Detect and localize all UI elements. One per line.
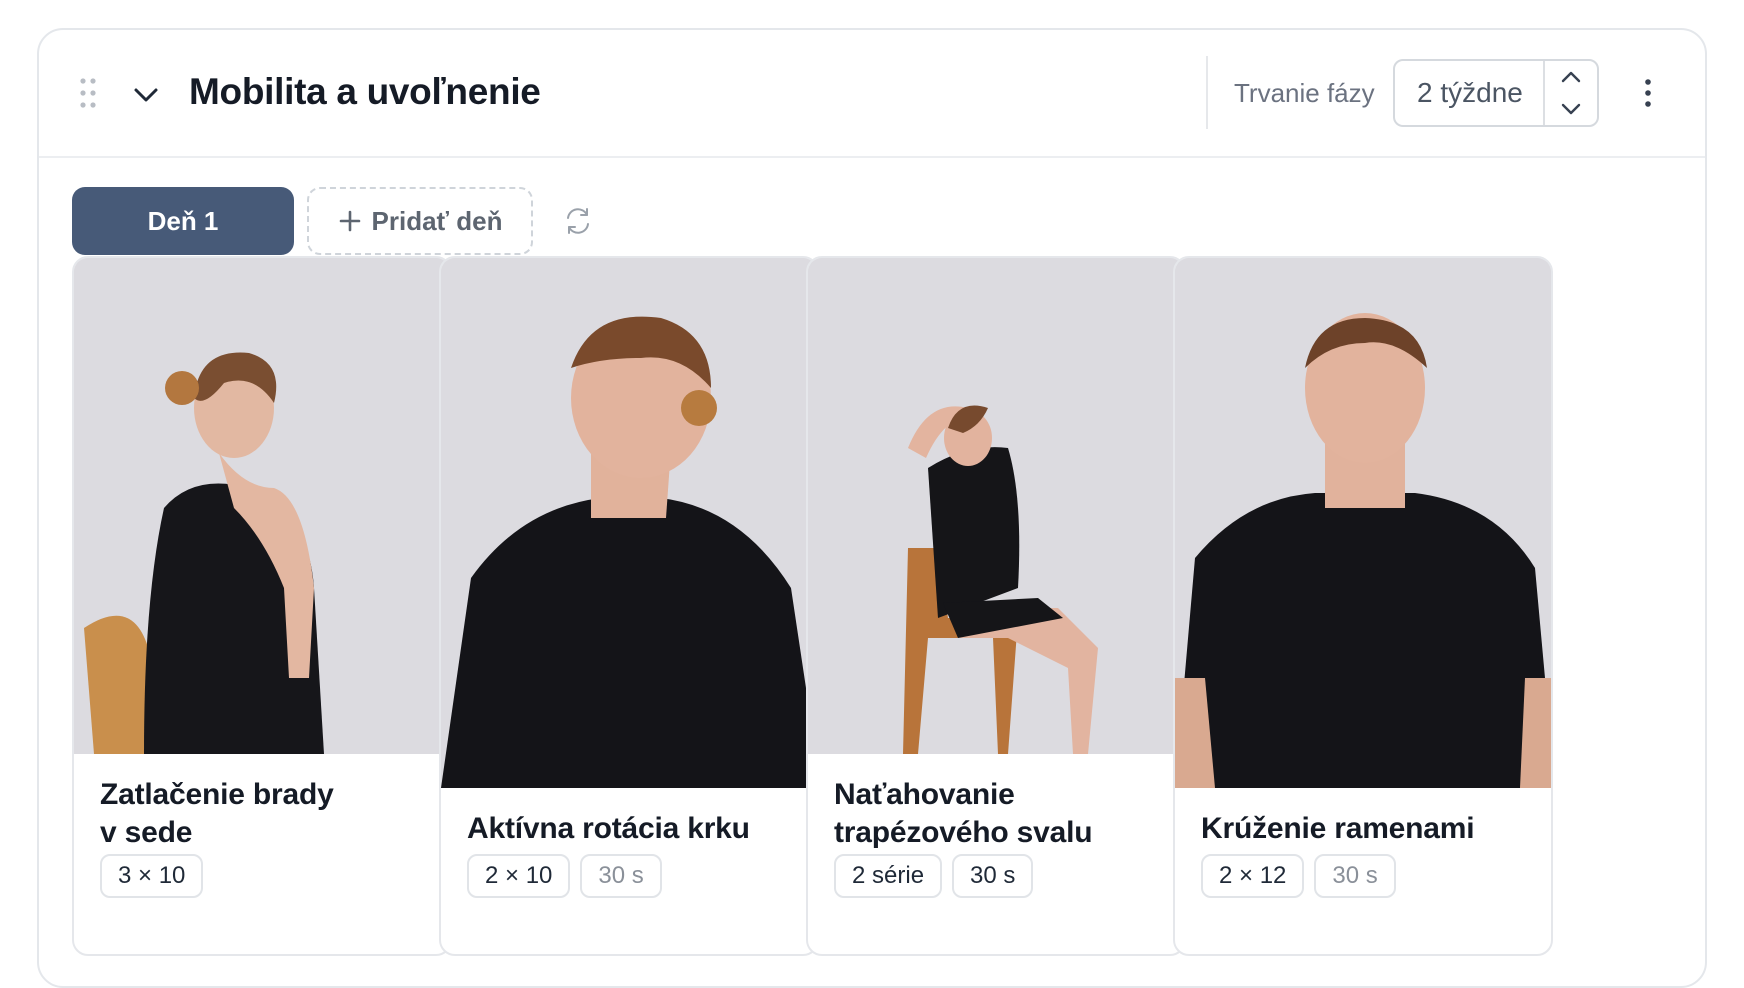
exercise-card[interactable]: Aktívna rotácia krku 2 × 10 30 s [439, 256, 819, 956]
duration-chip: 30 s [952, 854, 1034, 898]
phase-title[interactable]: Mobilita a uvoľnenie [189, 64, 541, 120]
chevron-up-icon[interactable] [1545, 61, 1597, 93]
rest-chip: 30 s [1314, 854, 1396, 898]
refresh-icon[interactable] [562, 205, 594, 237]
exercise-name: Aktívna rotácia krku [467, 810, 750, 848]
add-day-button[interactable]: Pridať deň [307, 187, 533, 255]
exercise-photo [808, 258, 1184, 754]
sets-chip: 2 série [834, 854, 943, 898]
exercise-chips: 3 × 10 [100, 854, 204, 898]
exercise-name-line: v sede [100, 816, 193, 849]
chevron-down-icon[interactable] [1545, 93, 1597, 125]
rest-chip: 30 s [580, 854, 662, 898]
exercise-photo [1175, 258, 1551, 788]
exercise-photo [441, 258, 817, 788]
exercise-card[interactable]: Zatlačenie brady v sede 3 × 10 [72, 256, 452, 956]
exercise-chips: 2 × 10 30 s [467, 854, 662, 898]
drag-handle-icon[interactable] [79, 77, 97, 109]
exercise-name-line: Zatlačenie brady [100, 778, 334, 811]
exercise-name: Zatlačenie brady v sede [100, 776, 334, 852]
exercise-name: Naťahovanie trapézového svalu [834, 776, 1093, 852]
sets-reps-chip: 2 × 10 [467, 854, 571, 898]
duration-label: Trvanie fázy [1234, 78, 1375, 108]
more-vertical-icon[interactable] [1636, 76, 1660, 110]
exercise-name-line: Krúženie ramenami [1201, 812, 1475, 845]
sets-reps-chip: 2 × 12 [1201, 854, 1305, 898]
phase-panel: Mobilita a uvoľnenie Trvanie fázy 2 týžd… [37, 28, 1707, 988]
exercise-card[interactable]: Naťahovanie trapézového svalu 2 série 30… [806, 256, 1186, 956]
duration-stepper[interactable]: 2 týždne [1393, 59, 1599, 127]
plus-icon [339, 210, 360, 232]
exercise-card[interactable]: Krúženie ramenami 2 × 12 30 s [1173, 256, 1553, 956]
exercise-name-line: Naťahovanie [834, 778, 1015, 811]
phase-header: Mobilita a uvoľnenie Trvanie fázy 2 týžd… [39, 30, 1705, 158]
chevron-down-icon[interactable] [131, 80, 161, 110]
exercise-name: Krúženie ramenami [1201, 810, 1475, 848]
exercise-photo [74, 258, 450, 754]
exercise-name-line: Aktívna rotácia krku [467, 812, 750, 845]
add-day-label: Pridať deň [371, 205, 503, 236]
sets-reps-chip: 3 × 10 [100, 854, 204, 898]
exercise-chips: 2 × 12 30 s [1201, 854, 1396, 898]
exercise-chips: 2 série 30 s [834, 854, 1034, 898]
day-1-tab[interactable]: Deň 1 [72, 187, 294, 255]
duration-value[interactable]: 2 týždne [1417, 75, 1523, 111]
exercise-name-line: trapézového svalu [834, 816, 1093, 849]
header-divider [1206, 56, 1208, 129]
